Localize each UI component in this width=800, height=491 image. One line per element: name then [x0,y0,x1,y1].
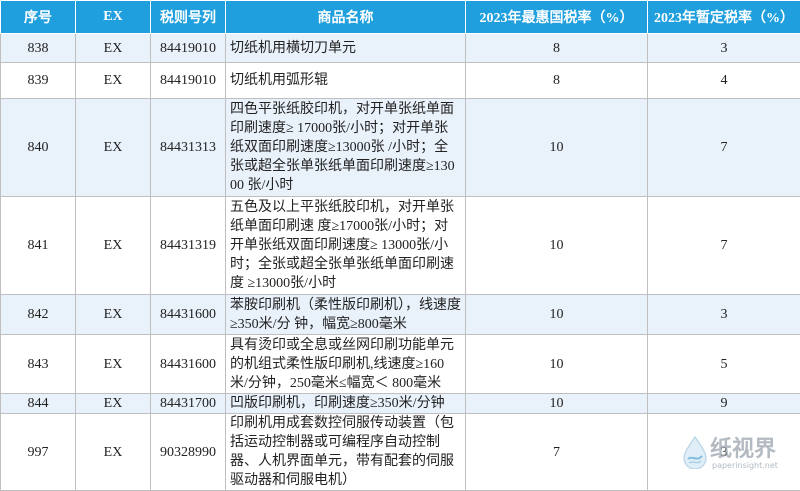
cell-ex: EX [76,63,151,99]
cell-product-name: 具有烫印或全息或丝网印刷功能单元的机组式柔性版印刷机,线速度≥160米/分钟，2… [226,335,466,394]
watermark-logo: 纸视界 paperinsight.net [682,431,786,477]
cell-tariff-code: 84419010 [151,63,226,99]
header-serial: 序号 [1,1,76,34]
cell-mfn-rate: 10 [466,295,648,335]
header-ex: EX [76,1,151,34]
cell-mfn-rate: 8 [466,34,648,63]
tariff-table: 序号 EX 税则号列 商品名称 2023年最惠国税率（%） 2023年暂定税率（… [0,0,800,491]
table-row: 843 EX 84431600 具有烫印或全息或丝网印刷功能单元的机组式柔性版印… [1,335,800,394]
cell-temp-rate: 4 [648,63,800,99]
cell-temp-rate: 3 [648,295,800,335]
cell-serial: 839 [1,63,76,99]
watermark-text: 纸视界 [710,431,776,463]
header-tariff-code: 税则号列 [151,1,226,34]
table-row: 841 EX 84431319 五色及以上平张纸胶印机，对开单张纸单面印刷速 度… [1,197,800,295]
cell-product-name: 五色及以上平张纸胶印机，对开单张纸单面印刷速 度≥17000张/小时；对开单张纸… [226,197,466,295]
cell-product-name: 苯胺印刷机（柔性版印刷机），线速度≥350米/分 钟，幅宽≥800毫米 [226,295,466,335]
cell-temp-rate: 7 [648,197,800,295]
cell-product-name: 凹版印刷机，印刷速度≥350米/分钟 [226,394,466,414]
table-row: 842 EX 84431600 苯胺印刷机（柔性版印刷机），线速度≥350米/分… [1,295,800,335]
cell-serial: 842 [1,295,76,335]
table-row: 839 EX 84419010 切纸机用弧形辊 8 4 [1,63,800,99]
cell-serial: 844 [1,394,76,414]
cell-mfn-rate: 10 [466,197,648,295]
cell-ex: EX [76,295,151,335]
cell-serial: 838 [1,34,76,63]
cell-mfn-rate: 7 [466,414,648,491]
watermark-url: paperinsight.net [712,461,778,470]
cell-tariff-code: 84431319 [151,197,226,295]
cell-temp-rate: 5 [648,335,800,394]
cell-ex: EX [76,34,151,63]
cell-product-name: 四色平张纸胶印机，对开单张纸单面印刷速度≥ 17000张/小时；对开单张纸双面印… [226,99,466,197]
table-row: 838 EX 84419010 切纸机用横切刀单元 8 3 [1,34,800,63]
cell-product-name: 切纸机用横切刀单元 [226,34,466,63]
cell-mfn-rate: 10 [466,394,648,414]
table-header-row: 序号 EX 税则号列 商品名称 2023年最惠国税率（%） 2023年暂定税率（… [1,1,800,34]
cell-temp-rate: 7 [648,99,800,197]
cell-ex: EX [76,99,151,197]
cell-serial: 997 [1,414,76,491]
cell-temp-rate: 9 [648,394,800,414]
header-temp-rate: 2023年暂定税率（%） [648,1,800,34]
cell-tariff-code: 84431600 [151,335,226,394]
paper-drop-logo-icon [682,435,708,469]
cell-serial: 840 [1,99,76,197]
cell-product-name: 切纸机用弧形辊 [226,63,466,99]
cell-tariff-code: 84431700 [151,394,226,414]
cell-ex: EX [76,414,151,491]
cell-mfn-rate: 10 [466,335,648,394]
cell-mfn-rate: 10 [466,99,648,197]
cell-ex: EX [76,335,151,394]
cell-tariff-code: 84431600 [151,295,226,335]
cell-serial: 841 [1,197,76,295]
table-row: 997 EX 90328990 印刷机用成套数控伺服传动装置（包括运动控制器或可… [1,414,800,491]
cell-serial: 843 [1,335,76,394]
table-row: 840 EX 84431313 四色平张纸胶印机，对开单张纸单面印刷速度≥ 17… [1,99,800,197]
cell-ex: EX [76,394,151,414]
table-row: 844 EX 84431700 凹版印刷机，印刷速度≥350米/分钟 10 9 [1,394,800,414]
cell-mfn-rate: 8 [466,63,648,99]
cell-temp-rate: 3 [648,34,800,63]
cell-ex: EX [76,197,151,295]
header-mfn-rate: 2023年最惠国税率（%） [466,1,648,34]
cell-tariff-code: 90328990 [151,414,226,491]
header-product-name: 商品名称 [226,1,466,34]
cell-tariff-code: 84431313 [151,99,226,197]
cell-product-name: 印刷机用成套数控伺服传动装置（包括运动控制器或可编程序自动控制器、人机界面单元，… [226,414,466,491]
cell-tariff-code: 84419010 [151,34,226,63]
